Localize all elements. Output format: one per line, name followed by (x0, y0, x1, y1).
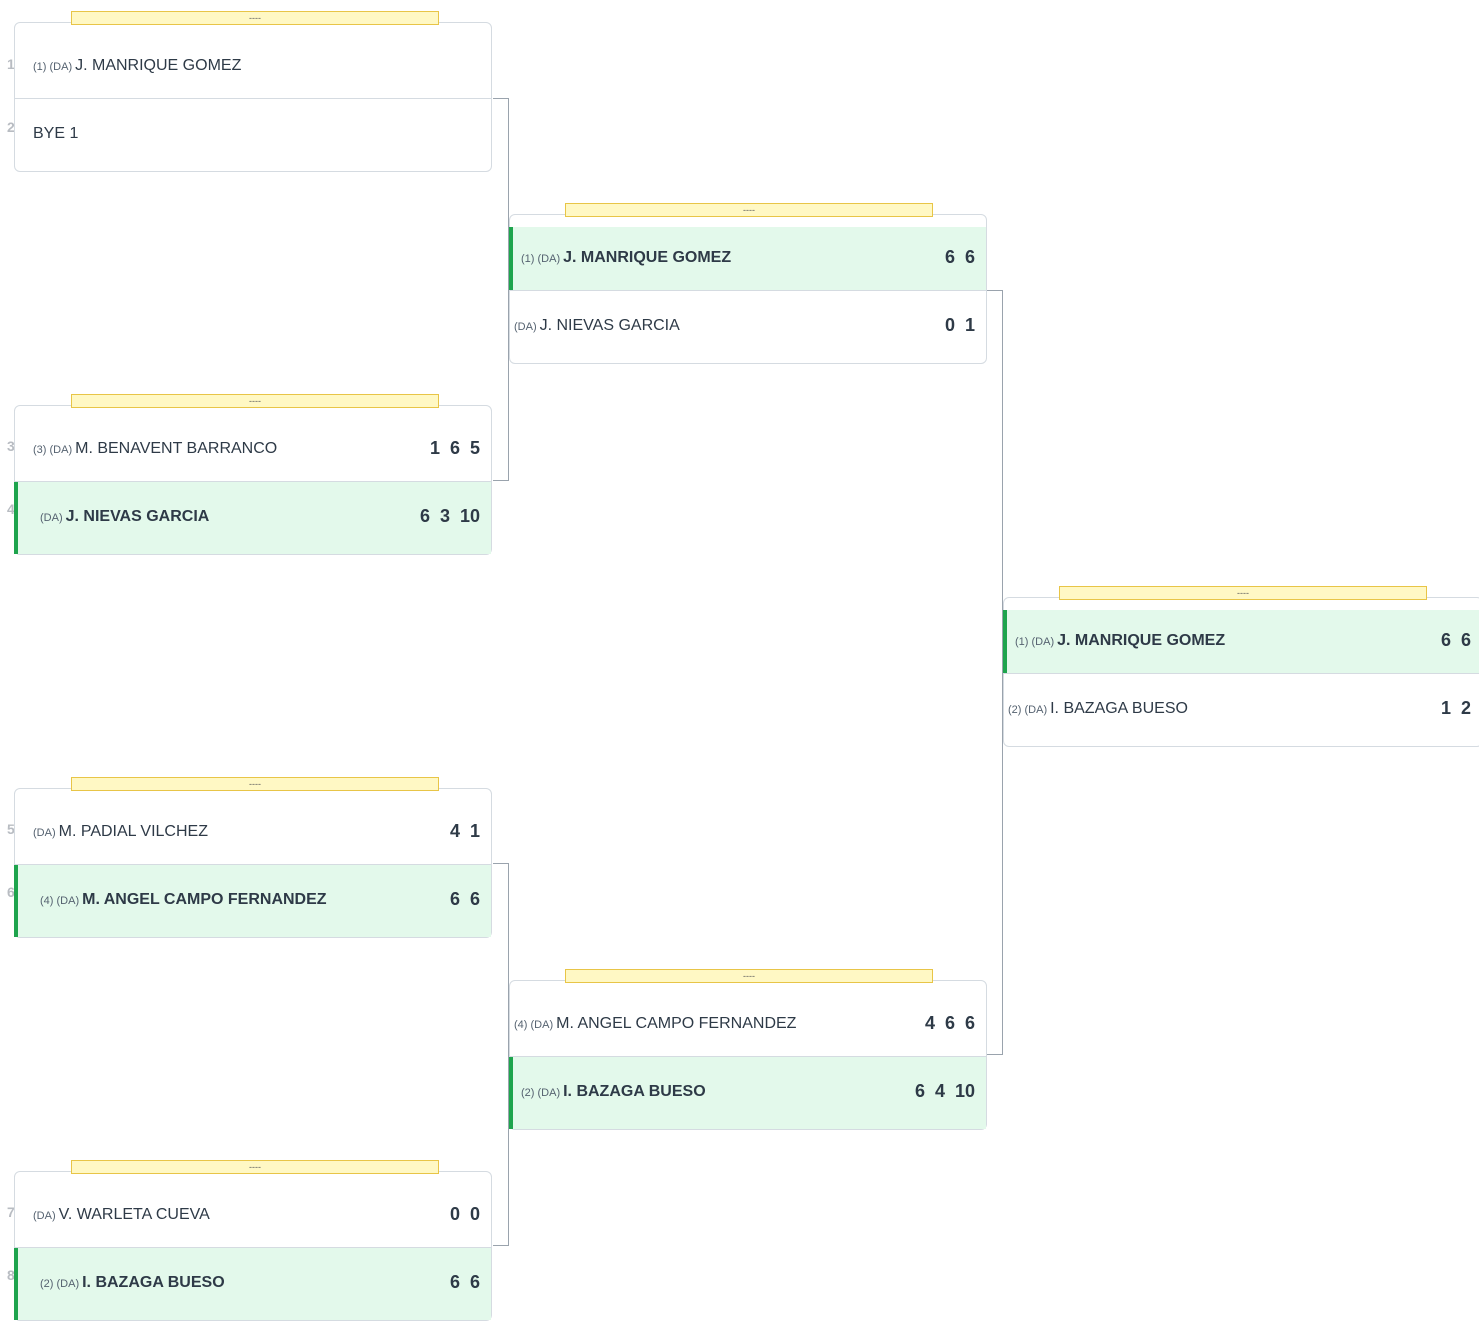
bracket-connector (493, 98, 509, 481)
player-row[interactable]: (3) (DA) M. BENAVENT BARRANCO 165 (15, 418, 491, 482)
match-label: ---- (565, 969, 933, 983)
match-label: ---- (71, 11, 439, 25)
score: 6 3 10 (419, 506, 480, 526)
match-label: ---- (71, 777, 439, 791)
match-card-final[interactable]: ---- (1) (DA) J. MANRIQUE GOMEZ 66 (2) (D… (1003, 586, 1479, 747)
player-name: BYE 1 (33, 125, 79, 142)
match-label: ---- (565, 203, 933, 217)
bracket-connector (493, 863, 509, 1246)
player-seed: (DA) (33, 1210, 56, 1222)
bracket-connector (987, 290, 1003, 1055)
player-seed: (DA) (514, 321, 537, 333)
match-card[interactable]: ---- (DA) V. WARLETA CUEVA 00 (2) (DA) I. … (14, 1160, 492, 1321)
match-card[interactable]: ---- (1) (DA) J. MANRIQUE GOMEZ 66 (DA) J.… (509, 203, 987, 364)
player-name: (DA) J. NIEVAS GARCIA (40, 508, 210, 525)
player-name: (2) (DA) I. BAZAGA BUESO (521, 1083, 706, 1100)
player-row-winner[interactable]: (1) (DA) J. MANRIQUE GOMEZ 66 (1003, 610, 1479, 674)
player-name: (3) (DA) M. BENAVENT BARRANCO (33, 440, 278, 457)
player-seed: (2) (DA) (1008, 704, 1048, 716)
player-row[interactable]: (DA) J. NIEVAS GARCIA 01 (510, 291, 986, 363)
player-row[interactable]: (DA) V. WARLETA CUEVA 00 (15, 1184, 491, 1248)
player-row[interactable]: (1) (DA) J. MANRIQUE GOMEZ (15, 35, 491, 99)
player-name: (DA) M. PADIAL VILCHEZ (33, 823, 208, 840)
score: 165 (429, 438, 480, 458)
player-name: (1) (DA) J. MANRIQUE GOMEZ (1015, 632, 1226, 649)
score: 41 (449, 821, 480, 841)
player-row-winner[interactable]: (2) (DA) I. BAZAGA BUESO 6 4 10 (509, 1057, 986, 1129)
score: 00 (449, 1204, 480, 1224)
player-row-winner[interactable]: (DA) J. NIEVAS GARCIA 6 3 10 (14, 482, 491, 554)
score: 6 4 10 (914, 1081, 975, 1101)
score: 66 (944, 247, 975, 267)
score: 66 (1440, 630, 1471, 650)
match-card[interactable]: ---- (DA) M. PADIAL VILCHEZ 41 (4) (DA) M.… (14, 777, 492, 938)
match-label: ---- (71, 1160, 439, 1174)
player-name: (4) (DA) M. ANGEL CAMPO FERNANDEZ (40, 891, 327, 908)
player-name: (2) (DA) I. BAZAGA BUESO (1008, 700, 1188, 717)
player-name: (4) (DA) M. ANGEL CAMPO FERNANDEZ (514, 1015, 797, 1032)
player-row[interactable]: (DA) M. PADIAL VILCHEZ 41 (15, 801, 491, 865)
player-name: (DA) J. NIEVAS GARCIA (514, 317, 680, 334)
score: 66 (449, 1272, 480, 1292)
score: 466 (924, 1013, 975, 1033)
player-row[interactable]: (4) (DA) M. ANGEL CAMPO FERNANDEZ 466 (510, 993, 986, 1057)
score: 01 (944, 315, 975, 335)
player-name: (2) (DA) I. BAZAGA BUESO (40, 1274, 225, 1291)
player-seed: (DA) (33, 827, 56, 839)
player-row-winner[interactable]: (2) (DA) I. BAZAGA BUESO 66 (14, 1248, 491, 1320)
player-row-winner[interactable]: (1) (DA) J. MANRIQUE GOMEZ 66 (509, 227, 986, 291)
player-seed: (2) (DA) (40, 1278, 80, 1290)
player-row[interactable]: (2) (DA) I. BAZAGA BUESO 12 (1004, 674, 1479, 746)
player-row-winner[interactable]: (4) (DA) M. ANGEL CAMPO FERNANDEZ 66 (14, 865, 491, 937)
player-seed: (1) (DA) (521, 253, 561, 265)
player-seed: (2) (DA) (521, 1087, 561, 1099)
player-row[interactable]: BYE 1 (15, 99, 491, 171)
player-seed: (3) (DA) (33, 444, 73, 456)
match-card[interactable]: ---- (1) (DA) J. MANRIQUE GOMEZ BYE 1 (14, 11, 492, 172)
player-name: (1) (DA) J. MANRIQUE GOMEZ (33, 57, 242, 74)
score: 12 (1440, 698, 1471, 718)
score: 66 (449, 889, 480, 909)
player-name: (DA) V. WARLETA CUEVA (33, 1206, 210, 1223)
player-seed: (DA) (40, 512, 63, 524)
match-card[interactable]: ---- (3) (DA) M. BENAVENT BARRANCO 165 (D… (14, 394, 492, 555)
match-card[interactable]: ---- (4) (DA) M. ANGEL CAMPO FERNANDEZ 46… (509, 969, 987, 1130)
match-label: ---- (1059, 586, 1427, 600)
player-seed: (4) (DA) (514, 1019, 554, 1031)
player-seed: (1) (DA) (33, 61, 73, 73)
player-seed: (4) (DA) (40, 895, 80, 907)
match-label: ---- (71, 394, 439, 408)
player-name: (1) (DA) J. MANRIQUE GOMEZ (521, 249, 732, 266)
player-seed: (1) (DA) (1015, 636, 1055, 648)
